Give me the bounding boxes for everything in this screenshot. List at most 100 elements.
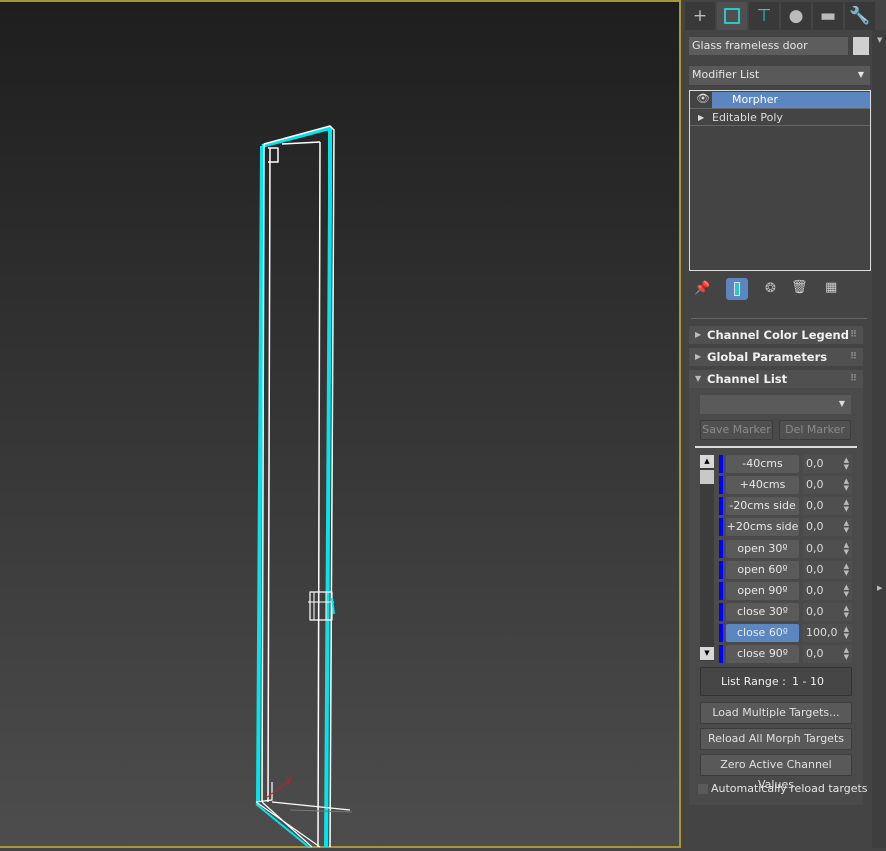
spinner-arrows-icon[interactable]: ▲ ▼ xyxy=(844,457,849,471)
stack-item-editable-poly[interactable]: ▶ Editable Poly xyxy=(690,109,870,126)
viewport[interactable]: y xyxy=(0,0,681,849)
modify-tab[interactable] xyxy=(717,2,747,30)
auto-reload-checkbox[interactable] xyxy=(698,784,708,794)
spinner-arrows-icon[interactable]: ▲ ▼ xyxy=(844,499,849,513)
channel-scrollbar[interactable]: ▲ ▼ xyxy=(700,455,714,661)
panel-scroll-strip[interactable]: ▼ ▶ xyxy=(872,30,886,848)
scroll-thumb[interactable] xyxy=(700,470,714,484)
modify-icon xyxy=(724,8,740,24)
hierarchy-tab[interactable]: ⊤ xyxy=(749,2,779,30)
rollout-channel-color-legend[interactable]: ▶ Channel Color Legend ⠿ xyxy=(689,326,863,344)
channel-value-spinner[interactable]: 0,0 ▲ ▼ xyxy=(803,603,852,621)
utilities-tab[interactable]: 🔧 xyxy=(845,2,875,30)
load-multiple-targets-button[interactable]: Load Multiple Targets... xyxy=(700,702,852,724)
del-marker-button[interactable]: Del Marker xyxy=(779,420,851,440)
rollout-title: Channel Color Legend xyxy=(707,328,849,342)
grip-icon: ⠿ xyxy=(849,352,857,362)
configure-modifier-sets-icon[interactable]: ▦ xyxy=(825,280,837,295)
channel-name-button[interactable]: open 60º xyxy=(726,561,799,579)
object-color-swatch[interactable] xyxy=(853,37,869,55)
stack-item-label: Morpher xyxy=(712,92,870,108)
channel-name-button[interactable]: close 30º xyxy=(726,603,799,621)
scroll-up-icon[interactable]: ▲ xyxy=(700,455,714,468)
spinner-arrows-icon[interactable]: ▲ ▼ xyxy=(844,520,849,534)
channel-color-indicator xyxy=(719,497,723,515)
channel-value: 0,0 xyxy=(806,499,824,512)
channel-value-spinner[interactable]: 0,0 ▲ ▼ xyxy=(803,582,852,600)
channel-color-indicator xyxy=(719,540,723,558)
expand-arrow-icon: ▶ xyxy=(695,330,702,339)
expand-arrow-icon: ▶ xyxy=(695,352,702,361)
channel-color-indicator xyxy=(719,561,723,579)
rollout-channel-list[interactable]: ▼ Channel List ⠿ xyxy=(689,370,863,388)
door-wireframe: y xyxy=(255,125,353,849)
channel-name-button[interactable]: +20cms side xyxy=(726,518,799,536)
channel-value-spinner[interactable]: 0,0 ▲ ▼ xyxy=(803,518,852,536)
channel-value: 0,0 xyxy=(806,605,824,618)
channel-color-indicator xyxy=(719,624,723,642)
chevron-right-icon[interactable]: ▶ xyxy=(877,584,882,592)
channel-name-button[interactable]: +40cms height xyxy=(726,476,799,509)
channel-color-indicator xyxy=(719,582,723,600)
channel-value: 0,0 xyxy=(806,478,824,491)
divider xyxy=(691,318,867,319)
spinner-arrows-icon[interactable]: ▲ ▼ xyxy=(844,605,849,619)
create-tab[interactable]: + xyxy=(685,2,715,30)
channel-value: 0,0 xyxy=(806,542,824,555)
hierarchy-icon: ⊤ xyxy=(756,6,772,26)
modifier-list-label: Modifier List xyxy=(692,68,760,81)
reload-all-morph-targets-button[interactable]: Reload All Morph Targets xyxy=(700,728,852,750)
zero-active-channel-values-button[interactable]: Zero Active Channel Values xyxy=(700,754,852,791)
channel-value: 100,0 xyxy=(806,626,838,639)
spinner-arrows-icon[interactable]: ▲ ▼ xyxy=(844,647,849,661)
remove-modifier-icon[interactable]: 🗑 xyxy=(791,280,808,295)
channel-value-spinner[interactable]: 0,0 ▲ ▼ xyxy=(803,455,852,473)
channel-name-button[interactable]: -40cms height xyxy=(726,455,799,488)
chevron-down-icon: ▼ xyxy=(838,399,845,408)
channel-name-button[interactable]: open 30º xyxy=(726,540,799,558)
motion-icon: ● xyxy=(788,6,804,26)
spinner-arrows-icon[interactable]: ▲ ▼ xyxy=(844,478,849,492)
plus-icon: + xyxy=(692,6,708,26)
auto-reload-label: Automatically reload targets xyxy=(711,782,868,795)
display-tab[interactable]: ▬ xyxy=(813,2,843,30)
motion-tab[interactable]: ● xyxy=(781,2,811,30)
spinner-arrows-icon[interactable]: ▲ ▼ xyxy=(844,563,849,577)
channel-color-indicator xyxy=(719,476,723,494)
show-end-result-icon xyxy=(734,282,740,296)
rollout-global-parameters[interactable]: ▶ Global Parameters ⠿ xyxy=(689,348,863,366)
channel-value: 0,0 xyxy=(806,584,824,597)
channel-name-button[interactable]: close 90º xyxy=(726,645,799,663)
chevron-down-icon[interactable]: ▼ xyxy=(877,36,882,44)
channel-value-spinner[interactable]: 0,0 ▲ ▼ xyxy=(803,645,852,663)
channel-value-spinner[interactable]: 0,0 ▲ ▼ xyxy=(803,476,852,494)
eye-icon[interactable]: 👁 xyxy=(696,92,710,105)
channel-value-spinner[interactable]: 100,0 ▲ ▼ xyxy=(803,624,852,642)
spinner-arrows-icon[interactable]: ▲ ▼ xyxy=(844,626,849,640)
rollout-title: Channel List xyxy=(707,372,788,386)
make-unique-icon[interactable]: ❂ xyxy=(765,281,776,296)
channel-value-spinner[interactable]: 0,0 ▲ ▼ xyxy=(803,540,852,558)
show-end-result-button[interactable] xyxy=(726,278,748,300)
object-name-input[interactable]: Glass frameless door xyxy=(689,37,848,55)
channel-name-button[interactable]: open 90º xyxy=(726,582,799,600)
divider xyxy=(695,446,857,448)
marker-dropdown[interactable]: ▼ xyxy=(700,395,851,414)
channel-name-button[interactable]: -20cms side xyxy=(726,497,799,515)
modifier-list-dropdown[interactable]: Modifier List ▼ xyxy=(689,66,870,85)
display-icon: ▬ xyxy=(819,6,837,26)
spinner-arrows-icon[interactable]: ▲ ▼ xyxy=(844,584,849,598)
channel-value-spinner[interactable]: 0,0 ▲ ▼ xyxy=(803,497,852,515)
scroll-down-icon[interactable]: ▼ xyxy=(700,647,714,660)
expand-arrow-icon[interactable]: ▶ xyxy=(698,109,704,126)
save-marker-button[interactable]: Save Marker xyxy=(700,420,773,440)
wrench-icon: 🔧 xyxy=(849,6,871,26)
spinner-arrows-icon[interactable]: ▲ ▼ xyxy=(844,542,849,556)
list-range-value: 1 - 10 xyxy=(792,675,824,688)
channel-value: 0,0 xyxy=(806,520,824,533)
channel-value-spinner[interactable]: 0,0 ▲ ▼ xyxy=(803,561,852,579)
pin-stack-icon[interactable]: 📌 xyxy=(694,281,710,296)
channel-name-button[interactable]: close 60º xyxy=(726,624,799,642)
stack-item-morpher[interactable]: 👁 Morpher xyxy=(690,91,870,109)
axis-label: y xyxy=(286,774,292,785)
